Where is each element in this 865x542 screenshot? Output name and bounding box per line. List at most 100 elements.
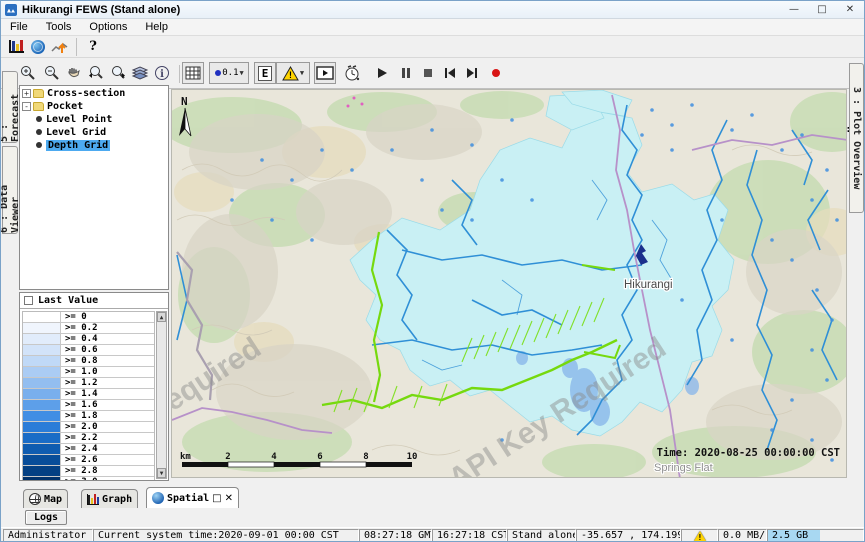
help-button[interactable]: ? xyxy=(82,36,104,58)
window-title: Hikurangi FEWS (Stand alone) xyxy=(22,4,180,16)
threshold-value: 0.1 xyxy=(222,68,238,78)
legend-color-swatch xyxy=(23,477,61,481)
legend-color-swatch xyxy=(23,422,61,432)
svg-text:2: 2 xyxy=(225,452,230,462)
legend-value: >= 2.0 xyxy=(61,422,98,432)
pan-hand-icon[interactable] xyxy=(63,62,85,84)
title-bar[interactable]: Hikurangi FEWS (Stand alone) — □ ✕ xyxy=(1,1,864,19)
map-render: API Key Required API Key Required Hikura… xyxy=(172,90,847,478)
legend-color-swatch xyxy=(23,455,61,465)
tab-spatial[interactable]: Spatial □ ✕ xyxy=(146,487,239,508)
legend-row[interactable]: >= 2.2 xyxy=(23,433,154,444)
legend-color-swatch xyxy=(23,334,61,344)
status-bar: Administrator Current system time:2020-0… xyxy=(1,527,864,542)
toolbar-separator xyxy=(76,38,77,56)
legend-row[interactable]: >= 1.8 xyxy=(23,411,154,422)
zoom-next-icon[interactable] xyxy=(107,62,129,84)
zoom-out-icon[interactable] xyxy=(41,62,63,84)
close-button[interactable]: ✕ xyxy=(836,1,864,18)
tree-item-level-grid[interactable]: Level Grid xyxy=(22,126,168,138)
tree-item-depth-grid[interactable]: Depth Grid xyxy=(22,139,168,151)
tree-item-cross-section[interactable]: + Cross-section xyxy=(22,87,168,99)
legend-row[interactable]: >= 3.0 xyxy=(23,477,154,481)
legend-color-swatch xyxy=(23,444,61,454)
maximize-button[interactable]: □ xyxy=(808,1,836,18)
legend-value: >= 2.2 xyxy=(61,433,98,443)
legend-row[interactable]: >= 2.6 xyxy=(23,455,154,466)
sidebar-tab-plot-overview[interactable]: 3 : Plot Overview xyxy=(849,63,864,213)
legend-color-swatch xyxy=(23,466,61,476)
layer-tree-panel: + Cross-section - Pocket Level Point Lev… xyxy=(19,85,169,290)
sidebar-tab-forecast[interactable]: 5 : Forecast xyxy=(2,71,18,143)
svg-text:i: i xyxy=(160,69,164,80)
legend-row[interactable]: >= 0.2 xyxy=(23,323,154,334)
legend-row[interactable]: >= 0 xyxy=(23,312,154,323)
bottom-tab-bar: Map Graph Spatial □ ✕ xyxy=(1,487,864,508)
status-memory[interactable]: 2.5 GB xyxy=(767,529,864,542)
movie-player-icon[interactable] xyxy=(314,62,336,84)
grid-display-icon[interactable] xyxy=(182,62,204,84)
tree-item-pocket[interactable]: - Pocket xyxy=(22,100,168,112)
legend-row[interactable]: >= 0.6 xyxy=(23,345,154,356)
svg-text:N: N xyxy=(181,95,188,108)
legend-row[interactable]: >= 0.8 xyxy=(23,356,154,367)
layers-icon[interactable] xyxy=(129,62,151,84)
legend-scrollbar[interactable]: ▲ ▼ xyxy=(156,311,167,479)
node-bullet-icon xyxy=(36,116,42,122)
legend-row[interactable]: >= 1.2 xyxy=(23,378,154,389)
scroll-down-icon[interactable]: ▼ xyxy=(157,468,166,478)
minimize-button[interactable]: — xyxy=(780,1,808,18)
legend-title: Last Value xyxy=(38,295,98,306)
collapse-icon[interactable]: - xyxy=(22,102,31,111)
legend-row[interactable]: >= 1.6 xyxy=(23,400,154,411)
scroll-up-icon[interactable]: ▲ xyxy=(157,312,166,322)
chevron-down-icon: ▼ xyxy=(240,69,244,77)
menu-options[interactable]: Options xyxy=(80,20,136,34)
tab-maximize-icon[interactable]: □ xyxy=(212,493,221,504)
legend-row[interactable]: >= 0.4 xyxy=(23,334,154,345)
legend-row[interactable]: >= 2.0 xyxy=(23,422,154,433)
menu-tools[interactable]: Tools xyxy=(37,20,81,34)
explorer-icon[interactable] xyxy=(5,36,27,58)
tab-graph[interactable]: Graph xyxy=(81,489,138,508)
tab-map[interactable]: Map xyxy=(23,489,68,508)
menu-file[interactable]: File xyxy=(1,20,37,34)
first-frame-icon[interactable] xyxy=(439,62,461,84)
legend-value: >= 1.6 xyxy=(61,400,98,410)
app-icon xyxy=(5,4,17,16)
threshold-dropdown[interactable]: 0.1 ▼ xyxy=(209,62,249,84)
legend-row[interactable]: >= 1.0 xyxy=(23,367,154,378)
animation-timer-icon[interactable] xyxy=(341,62,363,84)
globe-data-viewer-icon[interactable] xyxy=(27,36,49,58)
status-local-time: 16:27:18 CST xyxy=(432,529,507,542)
svg-text:6: 6 xyxy=(317,452,322,462)
sidebar-tab-data-viewer[interactable]: 6 : Data Viewer xyxy=(2,146,18,234)
zoom-previous-icon[interactable] xyxy=(85,62,107,84)
spatial-display-icon[interactable] xyxy=(49,36,71,58)
stop-icon[interactable] xyxy=(417,62,439,84)
status-warning-cell[interactable] xyxy=(681,529,718,542)
bar-chart-icon xyxy=(87,494,99,505)
record-icon[interactable] xyxy=(485,62,507,84)
legend-color-swatch xyxy=(23,400,61,410)
warning-threshold-dropdown[interactable]: ! ▼ xyxy=(276,62,310,84)
status-mode: Stand alone xyxy=(507,529,576,542)
menu-help[interactable]: Help xyxy=(136,20,177,34)
tab-close-icon[interactable]: ✕ xyxy=(225,493,233,504)
expand-icon[interactable]: + xyxy=(22,89,31,98)
info-icon[interactable]: i xyxy=(151,62,173,84)
legend-row[interactable]: >= 2.8 xyxy=(23,466,154,477)
label-tool-icon[interactable]: E xyxy=(254,62,276,84)
pause-icon[interactable] xyxy=(395,62,417,84)
play-icon[interactable] xyxy=(371,62,393,84)
legend-row[interactable]: >= 1.4 xyxy=(23,389,154,400)
legend-value: >= 2.8 xyxy=(61,466,98,476)
legend-color-swatch xyxy=(23,345,61,355)
node-bullet-icon xyxy=(36,129,42,135)
last-frame-icon[interactable] xyxy=(461,62,483,84)
legend-row[interactable]: >= 2.4 xyxy=(23,444,154,455)
last-value-checkbox[interactable] xyxy=(24,296,33,305)
map-canvas[interactable]: API Key Required API Key Required Hikura… xyxy=(171,89,847,478)
tree-item-level-point[interactable]: Level Point xyxy=(22,113,168,125)
logs-button[interactable]: Logs xyxy=(25,510,67,525)
